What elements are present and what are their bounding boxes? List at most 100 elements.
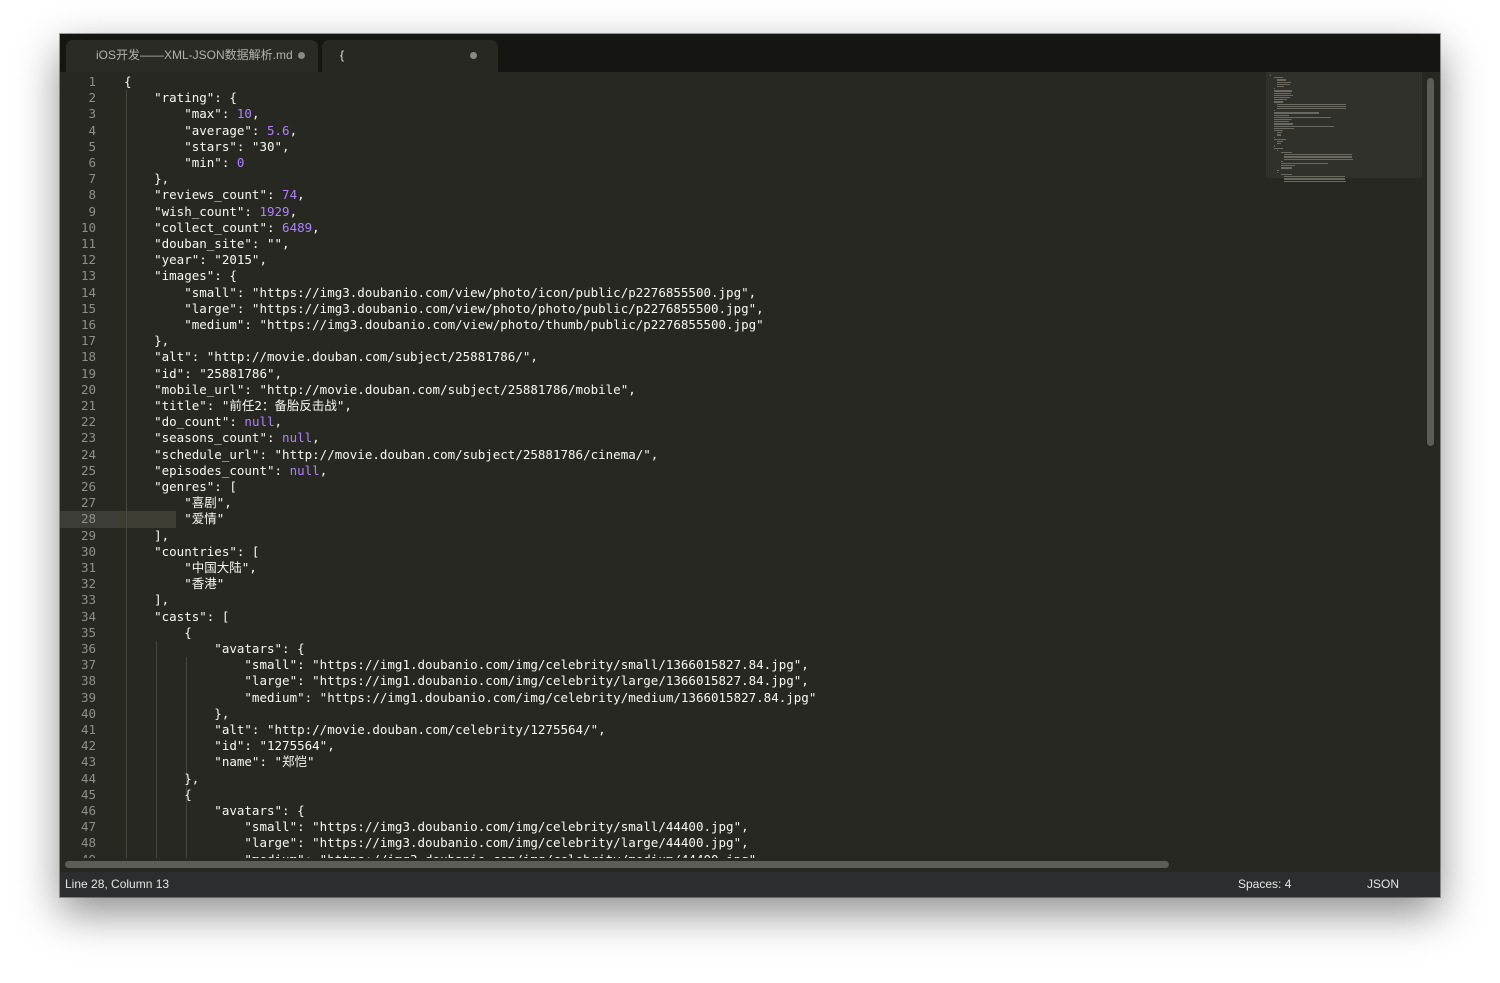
code-line[interactable]: "alt": "http://movie.douban.com/celebrit… [124, 722, 605, 738]
code-line[interactable]: "喜剧", [124, 495, 232, 511]
minimap-line [1273, 130, 1284, 132]
line-number: 2 [88, 90, 96, 106]
code-line[interactable]: "episodes_count": null, [124, 463, 327, 479]
line-number: 12 [80, 252, 96, 268]
code-line[interactable]: "中国大陆", [124, 560, 257, 576]
minimap-line [1277, 108, 1347, 110]
code-line[interactable]: "casts": [ [124, 609, 229, 625]
line-number: 28 [80, 511, 96, 527]
line-number: 22 [80, 414, 96, 430]
code-line[interactable]: "genres": [ [124, 479, 237, 495]
code-line[interactable]: "do_count": null, [124, 414, 282, 430]
minimap-line [1284, 180, 1346, 182]
code-line[interactable]: "香港" [124, 576, 224, 592]
code-line[interactable]: }, [124, 706, 229, 722]
horizontal-scrollbar[interactable] [60, 858, 1422, 872]
tab-markdown-file[interactable]: iOS开发——XML-JSON数据解析.md [66, 40, 318, 72]
minimap-line [1284, 154, 1352, 156]
tab-label: iOS开发——XML-JSON数据解析.md [96, 48, 293, 62]
line-number: 37 [80, 657, 96, 673]
code-line[interactable]: "wish_count": 1929, [124, 204, 297, 220]
code-line[interactable]: }, [124, 171, 169, 187]
code-line[interactable]: "large": "https://img3.doubanio.com/view… [124, 301, 763, 317]
code-line[interactable]: "year": "2015", [124, 252, 267, 268]
code-line[interactable]: "large": "https://img1.doubanio.com/img/… [124, 673, 808, 689]
code-line[interactable]: ], [124, 528, 169, 544]
line-number: 27 [80, 495, 96, 511]
minimap-line [1273, 101, 1284, 103]
code-line[interactable]: "title": "前任2：备胎反击战", [124, 398, 352, 414]
code-line[interactable]: "max": 10, [124, 106, 259, 122]
minimap-line [1273, 90, 1292, 92]
minimap-line [1284, 178, 1345, 180]
line-number: 45 [80, 786, 96, 802]
code-line[interactable]: "rating": { [124, 90, 237, 106]
code-line[interactable]: "爱情" [124, 511, 224, 527]
minimap-line [1273, 116, 1332, 119]
minimap-line [1277, 81, 1291, 83]
code-line[interactable]: "alt": "http://movie.douban.com/subject/… [124, 349, 538, 365]
code-line[interactable]: }, [124, 333, 169, 349]
code-line[interactable]: "stars": "30", [124, 139, 289, 155]
code-line[interactable]: "id": "25881786", [124, 366, 282, 382]
code-line[interactable]: "avatars": { [124, 641, 304, 657]
line-number: 25 [80, 462, 96, 478]
indentation-setting[interactable]: Spaces: 4 [1238, 872, 1291, 897]
code-line[interactable]: "reviews_count": 74, [124, 187, 305, 203]
line-number: 5 [88, 138, 96, 154]
line-number-gutter: 1 2 3 4 5 6 7 8 9 10 11 12 13 14 15 16 17 18 19 20 21 22 23 24 2… [60, 72, 116, 858]
code-line[interactable]: "id": "1275564", [124, 738, 334, 754]
code-line[interactable]: "mobile_url": "http://movie.douban.com/s… [124, 382, 636, 398]
code-line[interactable]: }, [124, 771, 199, 787]
line-number: 13 [80, 268, 96, 284]
editor-window: iOS开发——XML-JSON数据解析.md { 1 2 3 4 5 6 7 8 9 10 11 12… [60, 34, 1440, 897]
code-line[interactable]: { [124, 787, 192, 803]
minimap-line [1273, 99, 1288, 101]
code-line[interactable]: "small": "https://img1.doubanio.com/img/… [124, 657, 808, 673]
unsaved-dot-icon[interactable] [470, 52, 477, 59]
line-number: 47 [80, 819, 96, 835]
tab-json-file[interactable]: { [322, 40, 498, 72]
code-line[interactable]: "medium": "https://img1.doubanio.com/img… [124, 690, 816, 706]
code-line[interactable]: { [124, 74, 132, 90]
code-line[interactable]: "collect_count": 6489, [124, 220, 320, 236]
minimap-line [1273, 121, 1289, 123]
line-number: 32 [80, 576, 96, 592]
minimap-line [1273, 112, 1320, 114]
code-line[interactable]: "schedule_url": "http://movie.douban.com… [124, 447, 658, 463]
line-number: 38 [80, 673, 96, 689]
minimap-line [1273, 92, 1291, 94]
cursor-position[interactable]: Line 28, Column 13 [65, 872, 169, 897]
code-line[interactable]: "seasons_count": null, [124, 430, 320, 446]
syntax-mode[interactable]: JSON [1367, 872, 1399, 897]
line-number: 17 [80, 333, 96, 349]
vertical-scrollbar[interactable] [1422, 72, 1440, 858]
line-number: 11 [80, 236, 96, 251]
minimap-line [1280, 152, 1292, 154]
horizontal-scrollbar-thumb[interactable] [65, 861, 1169, 868]
minimap-line [1277, 141, 1284, 143]
minimap-line [1277, 79, 1287, 81]
minimap[interactable] [1266, 72, 1422, 858]
vertical-scrollbar-thumb[interactable] [1427, 78, 1434, 446]
code-line[interactable]: "avatars": { [124, 803, 304, 819]
code-line[interactable]: "medium": "https://img3.doubanio.com/vie… [124, 317, 763, 333]
minimap-line [1280, 174, 1292, 176]
status-bar: Line 28, Column 13 Spaces: 4 JSON [60, 872, 1440, 897]
code-line[interactable]: "small": "https://img3.doubanio.com/view… [124, 285, 756, 301]
line-number: 10 [80, 219, 96, 235]
code-line[interactable]: { [124, 625, 192, 641]
line-number: 29 [80, 527, 96, 543]
code-line[interactable]: "small": "https://img3.doubanio.com/img/… [124, 819, 748, 835]
code-line[interactable]: "name": "郑恺" [124, 754, 314, 770]
unsaved-dot-icon[interactable] [298, 52, 305, 59]
code-line[interactable]: "countries": [ [124, 544, 259, 560]
code-line[interactable]: "large": "https://img3.doubanio.com/img/… [124, 835, 748, 851]
code-line[interactable]: "average": 5.6, [124, 123, 297, 139]
code-line[interactable]: "min": 0 [124, 155, 244, 171]
code-line[interactable]: "douban_site": "", [124, 236, 289, 252]
code-line[interactable]: "images": { [124, 268, 237, 284]
code-editor[interactable]: { "rating": { "max": 10, "average": 5.6,… [116, 72, 1266, 858]
code-line[interactable]: ], [124, 592, 169, 608]
tab-label: { [340, 48, 345, 62]
